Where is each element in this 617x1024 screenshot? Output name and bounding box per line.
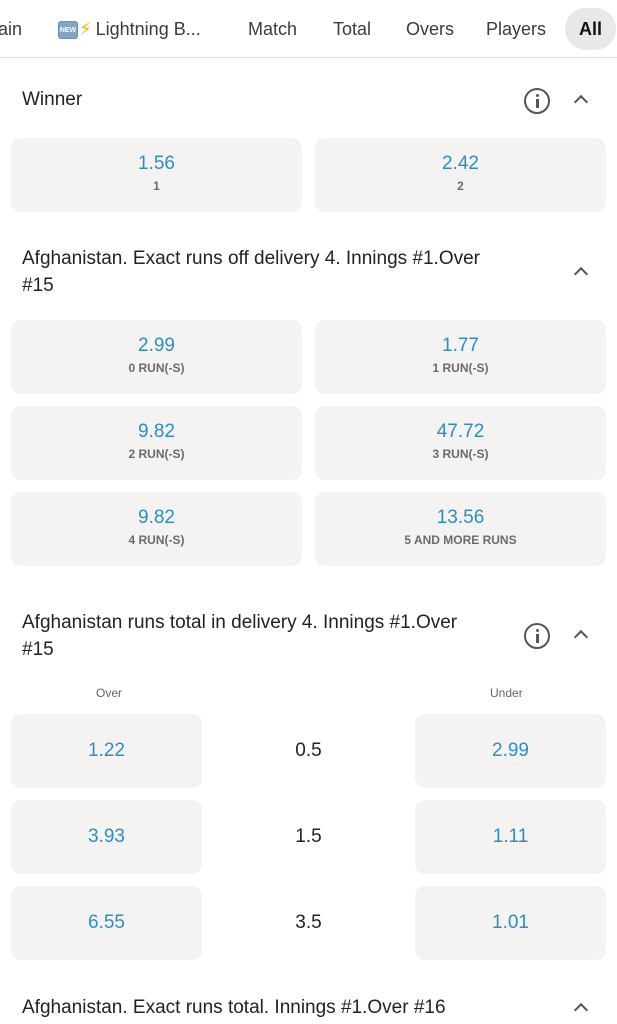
outcome-label: 1 [153,179,160,193]
market-title: Winner [22,89,83,110]
tab-label: Match [248,19,298,39]
odds-value: 47.72 [436,421,485,442]
market-title-line: Afghanistan. Exact runs off delivery 4. … [22,248,481,269]
outcome-label: 2 RUN(-S) [128,447,185,461]
tab-all[interactable]: All [565,8,617,50]
lightning-icon: ⚡ [79,19,92,39]
odds-button[interactable]: 2.99 0 RUN(-S) [11,320,302,394]
outcome-label: 3 RUN(-S) [432,447,489,461]
tab-players[interactable]: Players [486,8,546,50]
new-badge-icon: NEW [58,21,78,39]
chevron-up-icon[interactable] [573,92,587,106]
market-title-line: #15 [22,275,54,296]
under-odds-button[interactable]: 1.01 [415,886,606,960]
odds-button[interactable]: 13.56 5 AND MORE RUNS [315,492,606,566]
outcome-label: 0 RUN(-S) [128,361,185,375]
odds-value: 9.82 [138,421,175,442]
odds-button[interactable]: 1.56 1 [11,138,302,212]
total-line: 3.5 [295,912,322,933]
total-line: 1.5 [295,826,322,847]
outcome-label: 2 [457,179,464,193]
odds-value: 1.22 [88,740,125,761]
tab-label: Overs [406,19,455,39]
odds-value: 1.56 [138,153,175,174]
market-title: Afghanistan. Exact runs total. Innings #… [22,997,446,1018]
under-odds-button[interactable]: 2.99 [415,714,606,788]
market-title: Afghanistan runs total in delivery 4. In… [22,609,457,663]
odds-value: 1.11 [492,826,529,847]
tab-label: All [579,19,603,39]
outcome-label: 5 AND MORE RUNS [404,533,517,547]
odds-button[interactable]: 9.82 2 RUN(-S) [11,406,302,480]
odds-value: 2.99 [138,335,175,356]
tab-label: Players [486,19,547,39]
market-tabs: ain NEW ⚡ Lightning B... Match Total Overs… [0,0,617,58]
odds-value: 2.42 [442,153,479,174]
odds-value: 9.82 [138,507,175,528]
tab-label: ain [0,19,23,39]
info-icon[interactable] [524,88,550,114]
under-odds-button[interactable]: 1.11 [415,800,606,874]
outcome-label: 4 RUN(-S) [128,533,185,547]
tab-lightning[interactable]: NEW ⚡ Lightning B... [58,8,201,50]
odds-button[interactable]: 47.72 3 RUN(-S) [315,406,606,480]
tab-match[interactable]: Match [248,8,297,50]
odds-value: 1.01 [492,912,529,933]
chevron-up-icon[interactable] [573,264,587,278]
market-title-line: #15 [22,639,54,660]
tab-total[interactable]: Total [333,8,371,50]
total-line: 0.5 [295,740,322,761]
odds-value: 1.77 [442,335,479,356]
odds-value: 2.99 [492,740,529,761]
odds-button[interactable]: 1.77 1 RUN(-S) [315,320,606,394]
tab-label: Total [333,19,372,39]
over-column-header: Over [96,686,123,700]
outcome-label: 1 RUN(-S) [432,361,489,375]
odds-button[interactable]: 2.42 2 [315,138,606,212]
over-odds-button[interactable]: 1.22 [11,714,202,788]
market-title-line: Afghanistan runs total in delivery 4. In… [22,612,458,633]
over-odds-button[interactable]: 3.93 [11,800,202,874]
chevron-up-icon[interactable] [573,1000,587,1014]
odds-value: 3.93 [88,826,125,847]
over-odds-button[interactable]: 6.55 [11,886,202,960]
under-column-header: Under [490,686,523,700]
chevron-up-icon[interactable] [573,627,587,641]
odds-value: 13.56 [436,507,485,528]
info-icon[interactable] [524,623,550,649]
market-title: Afghanistan. Exact runs off delivery 4. … [22,245,480,299]
tab-label: Lightning B... [95,19,201,39]
odds-value: 6.55 [88,912,125,933]
odds-button[interactable]: 9.82 4 RUN(-S) [11,492,302,566]
tab-main[interactable]: ain [0,8,22,50]
tab-overs[interactable]: Overs [406,8,454,50]
